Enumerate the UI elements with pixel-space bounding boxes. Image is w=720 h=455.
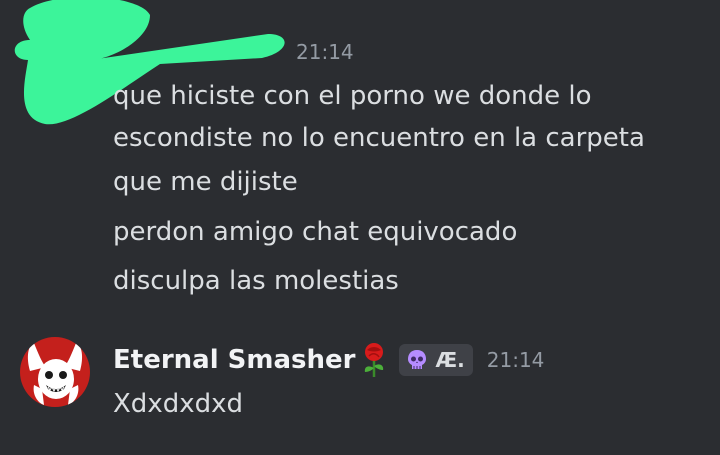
- message-text: disculpa las molestias: [113, 266, 399, 296]
- message-text: Xdxdxdxd: [113, 389, 243, 419]
- message-header: Eternal Smasher Æ. 21:14: [113, 340, 544, 380]
- chat-log: 21:14 que hiciste con el porno we donde …: [0, 0, 720, 455]
- skull-icon: [405, 348, 429, 372]
- rose-icon: [359, 342, 389, 378]
- author-name[interactable]: Eternal Smasher: [113, 345, 355, 375]
- avatar-image: [20, 337, 90, 407]
- message-text-line: que hiciste con el porno we donde lo: [113, 81, 592, 111]
- avatar[interactable]: [20, 337, 90, 407]
- clan-tag-label: Æ.: [435, 348, 465, 372]
- message-timestamp[interactable]: 21:14: [487, 348, 545, 372]
- message-timestamp[interactable]: 21:14: [296, 40, 354, 64]
- message-text-line: escondiste no lo encuentro en la carpeta: [113, 123, 645, 153]
- message-text-line: que me dijiste: [113, 167, 298, 197]
- message-text: perdon amigo chat equivocado: [113, 217, 518, 247]
- clan-tag[interactable]: Æ.: [399, 344, 473, 376]
